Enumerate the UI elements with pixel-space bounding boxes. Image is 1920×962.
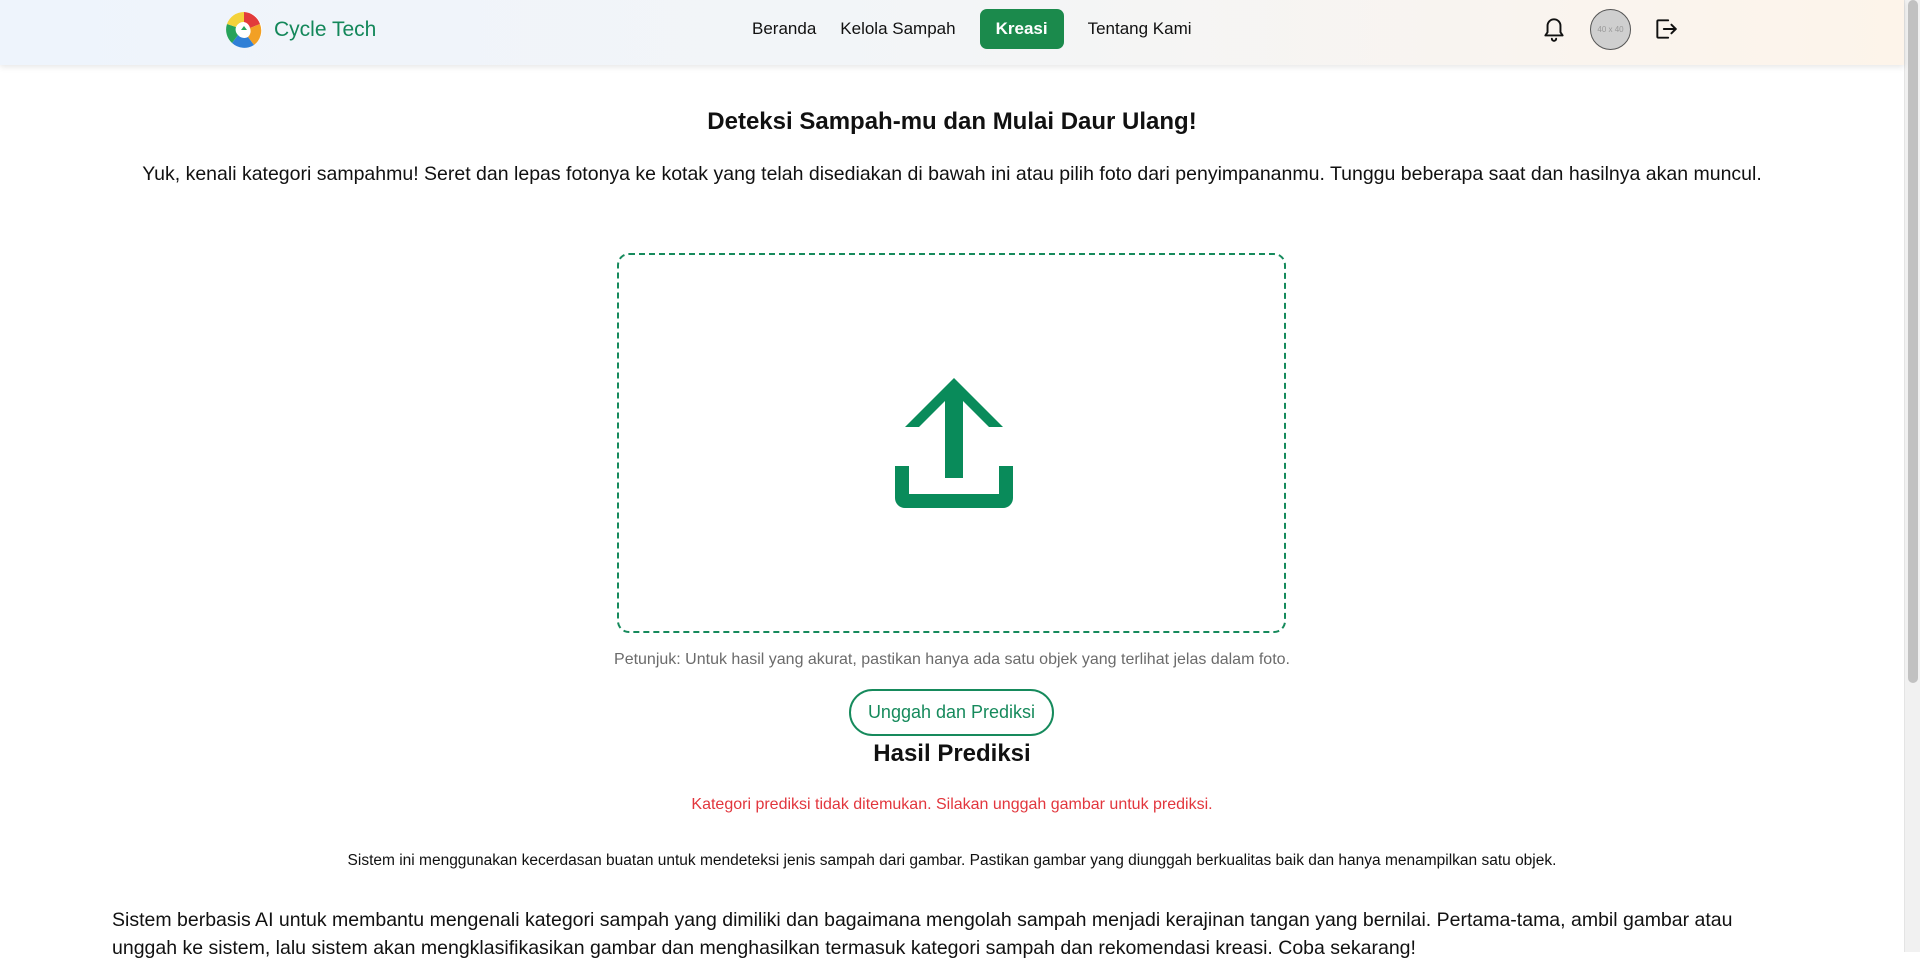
system-info-text: Sistem ini menggunakan kecerdasan buatan… — [347, 852, 1557, 869]
bell-icon[interactable] — [1541, 15, 1567, 43]
avatar[interactable]: 40 x 40 — [1590, 9, 1631, 50]
system-description: Sistem berbasis AI untuk membantu mengen… — [112, 909, 1733, 959]
logout-icon[interactable] — [1653, 16, 1679, 42]
intro-text: Yuk, kenali kategori sampahmu! Seret dan… — [142, 163, 1762, 185]
result-error-message: Kategori prediksi tidak ditemukan. Silak… — [691, 796, 1213, 813]
brand-link[interactable]: Cycle Tech — [224, 10, 376, 50]
main-nav: Beranda Kelola Sampah Kreasi Tentang Kam… — [740, 9, 1204, 49]
scrollbar-thumb[interactable] — [1908, 0, 1918, 683]
upload-icon — [895, 378, 1013, 508]
page-scrollbar[interactable] — [1904, 0, 1920, 952]
nav-tentang-kami[interactable]: Tentang Kami — [1076, 9, 1204, 49]
nav-beranda[interactable]: Beranda — [740, 9, 828, 49]
upload-dropzone[interactable] — [617, 253, 1286, 633]
upload-hint: Petunjuk: Untuk hasil yang akurat, pasti… — [614, 651, 1290, 668]
nav-kelola-sampah[interactable]: Kelola Sampah — [828, 9, 967, 49]
navbar: Cycle Tech Beranda Kelola Sampah Kreasi … — [0, 0, 1904, 65]
page-title: Deteksi Sampah-mu dan Mulai Daur Ulang! — [707, 108, 1197, 135]
cycle-tech-logo — [226, 11, 262, 48]
result-title: Hasil Prediksi — [873, 740, 1031, 767]
nav-kreasi[interactable]: Kreasi — [979, 9, 1064, 49]
avatar-placeholder-text: 40 x 40 — [1597, 25, 1624, 34]
upload-predict-button[interactable]: Unggah dan Prediksi — [849, 689, 1054, 736]
brand-name: Cycle Tech — [274, 18, 377, 41]
